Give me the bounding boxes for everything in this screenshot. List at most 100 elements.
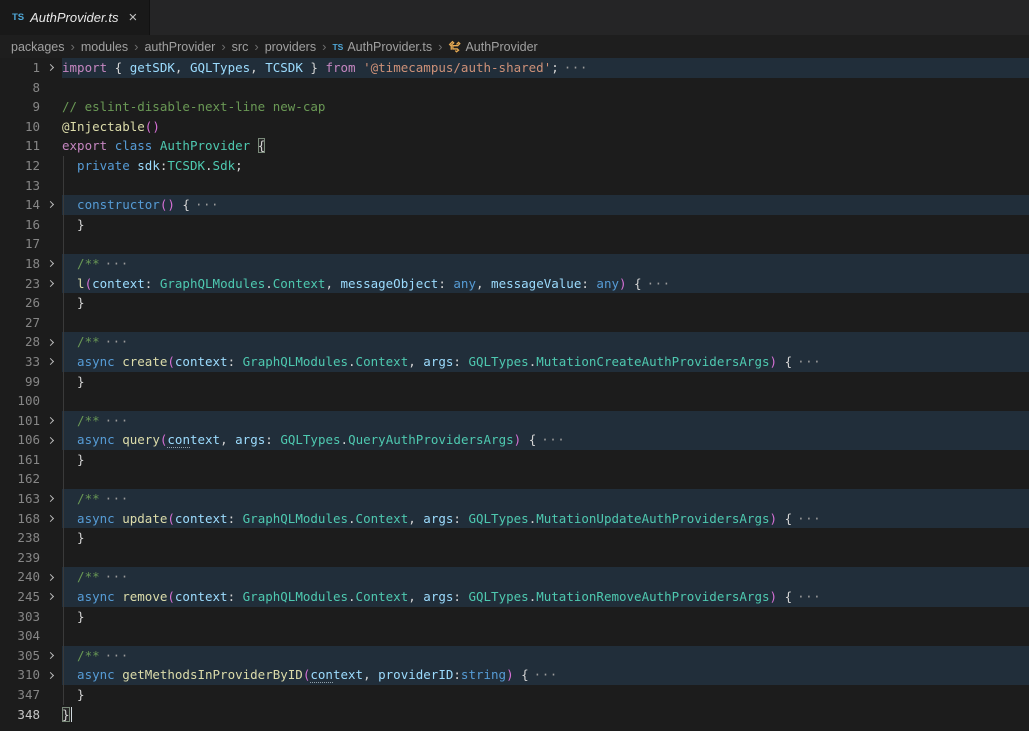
line-number[interactable]: 16 [0, 215, 40, 235]
folded-ellipsis[interactable]: ··· [564, 60, 588, 75]
line-number[interactable]: 8 [0, 78, 40, 98]
line-number[interactable]: 27 [0, 313, 40, 333]
code-content[interactable]: } [62, 705, 1029, 725]
line-number[interactable]: 347 [0, 685, 40, 705]
line-number[interactable]: 240 [0, 567, 40, 587]
line-number[interactable]: 168 [0, 509, 40, 529]
fold-toggle[interactable] [40, 587, 62, 607]
line-number[interactable]: 18 [0, 254, 40, 274]
code-content[interactable]: constructor() {··· [62, 195, 1029, 215]
fold-toggle[interactable] [40, 195, 62, 215]
code-content[interactable]: } [62, 215, 1029, 235]
code-content[interactable]: async create(context: GraphQLModules.Con… [62, 352, 1029, 372]
fold-toggle[interactable] [40, 58, 62, 78]
line-number[interactable]: 23 [0, 274, 40, 294]
folded-ellipsis[interactable]: ··· [541, 432, 565, 447]
folded-ellipsis[interactable]: ··· [647, 276, 671, 291]
line-number[interactable]: 100 [0, 391, 40, 411]
code-content[interactable]: private sdk:TCSDK.Sdk; [62, 156, 1029, 176]
fold-toggle[interactable] [40, 665, 62, 685]
code-content[interactable]: @Injectable() [62, 117, 1029, 137]
folded-ellipsis[interactable]: ··· [534, 667, 558, 682]
code-content[interactable]: async update(context: GraphQLModules.Con… [62, 509, 1029, 529]
code-content[interactable] [62, 313, 1029, 333]
fold-toggle[interactable] [40, 274, 62, 294]
folded-ellipsis[interactable]: ··· [105, 334, 129, 349]
code-content[interactable]: l(context: GraphQLModules.Context, messa… [62, 274, 1029, 294]
line-number[interactable]: 9 [0, 97, 40, 117]
folded-ellipsis[interactable]: ··· [797, 511, 821, 526]
code-content[interactable]: async remove(context: GraphQLModules.Con… [62, 587, 1029, 607]
breadcrumb-item-authprovider[interactable]: AuthProvider [448, 40, 537, 54]
code-content[interactable]: } [62, 372, 1029, 392]
fold-toggle[interactable] [40, 509, 62, 529]
line-number[interactable]: 26 [0, 293, 40, 313]
line-number[interactable]: 12 [0, 156, 40, 176]
code-content[interactable]: } [62, 607, 1029, 627]
code-content[interactable]: export class AuthProvider { [62, 136, 1029, 156]
folded-ellipsis[interactable]: ··· [195, 197, 219, 212]
code-content[interactable]: async getMethodsInProviderByID(context, … [62, 665, 1029, 685]
code-content[interactable]: /**··· [62, 489, 1029, 509]
line-number[interactable]: 106 [0, 430, 40, 450]
code-content[interactable] [62, 176, 1029, 196]
line-number[interactable]: 10 [0, 117, 40, 137]
fold-toggle[interactable] [40, 430, 62, 450]
folded-ellipsis[interactable]: ··· [105, 256, 129, 271]
line-number[interactable]: 239 [0, 548, 40, 568]
line-number[interactable]: 305 [0, 646, 40, 666]
folded-ellipsis[interactable]: ··· [797, 354, 821, 369]
code-content[interactable] [62, 234, 1029, 254]
fold-toggle[interactable] [40, 254, 62, 274]
breadcrumb-item-providers[interactable]: providers [265, 40, 316, 54]
line-number[interactable]: 17 [0, 234, 40, 254]
line-number[interactable]: 245 [0, 587, 40, 607]
code-content[interactable]: /**··· [62, 332, 1029, 352]
code-content[interactable] [62, 548, 1029, 568]
folded-ellipsis[interactable]: ··· [105, 491, 129, 506]
code-content[interactable]: /**··· [62, 567, 1029, 587]
code-content[interactable]: } [62, 685, 1029, 705]
code-content[interactable]: } [62, 293, 1029, 313]
code-content[interactable] [62, 391, 1029, 411]
fold-toggle[interactable] [40, 567, 62, 587]
tab-authprovider[interactable]: TS AuthProvider.ts × [0, 0, 150, 35]
fold-toggle[interactable] [40, 411, 62, 431]
code-content[interactable] [62, 626, 1029, 646]
code-content[interactable]: /**··· [62, 411, 1029, 431]
line-number[interactable]: 1 [0, 58, 40, 78]
code-content[interactable]: /**··· [62, 254, 1029, 274]
fold-toggle[interactable] [40, 332, 62, 352]
code-content[interactable]: } [62, 528, 1029, 548]
folded-ellipsis[interactable]: ··· [105, 569, 129, 584]
folded-ellipsis[interactable]: ··· [105, 413, 129, 428]
breadcrumb-item-packages[interactable]: packages [11, 40, 65, 54]
line-number[interactable]: 33 [0, 352, 40, 372]
close-icon[interactable]: × [129, 10, 138, 25]
line-number[interactable]: 11 [0, 136, 40, 156]
code-content[interactable]: async query(context, args: GQLTypes.Quer… [62, 430, 1029, 450]
fold-toggle[interactable] [40, 646, 62, 666]
code-content[interactable]: /**··· [62, 646, 1029, 666]
line-number[interactable]: 13 [0, 176, 40, 196]
code-editor[interactable]: 1 import { getSDK, GQLTypes, TCSDK } from… [0, 58, 1029, 724]
fold-toggle[interactable] [40, 489, 62, 509]
breadcrumb-item-src[interactable]: src [232, 40, 249, 54]
code-content[interactable]: import { getSDK, GQLTypes, TCSDK } from … [62, 58, 1029, 78]
line-number[interactable]: 303 [0, 607, 40, 627]
line-number[interactable]: 238 [0, 528, 40, 548]
breadcrumb-item-modules[interactable]: modules [81, 40, 128, 54]
line-number[interactable]: 304 [0, 626, 40, 646]
code-content[interactable] [62, 78, 1029, 98]
code-content[interactable] [62, 469, 1029, 489]
folded-ellipsis[interactable]: ··· [797, 589, 821, 604]
line-number[interactable]: 99 [0, 372, 40, 392]
line-number[interactable]: 28 [0, 332, 40, 352]
line-number[interactable]: 14 [0, 195, 40, 215]
line-number[interactable]: 348 [0, 705, 40, 725]
line-number[interactable]: 162 [0, 469, 40, 489]
breadcrumb-item-authprovider[interactable]: authProvider [144, 40, 215, 54]
code-content[interactable]: // eslint-disable-next-line new-cap [62, 97, 1029, 117]
code-content[interactable]: } [62, 450, 1029, 470]
breadcrumb-item-authprovider-ts[interactable]: TSAuthProvider.ts [332, 40, 432, 54]
